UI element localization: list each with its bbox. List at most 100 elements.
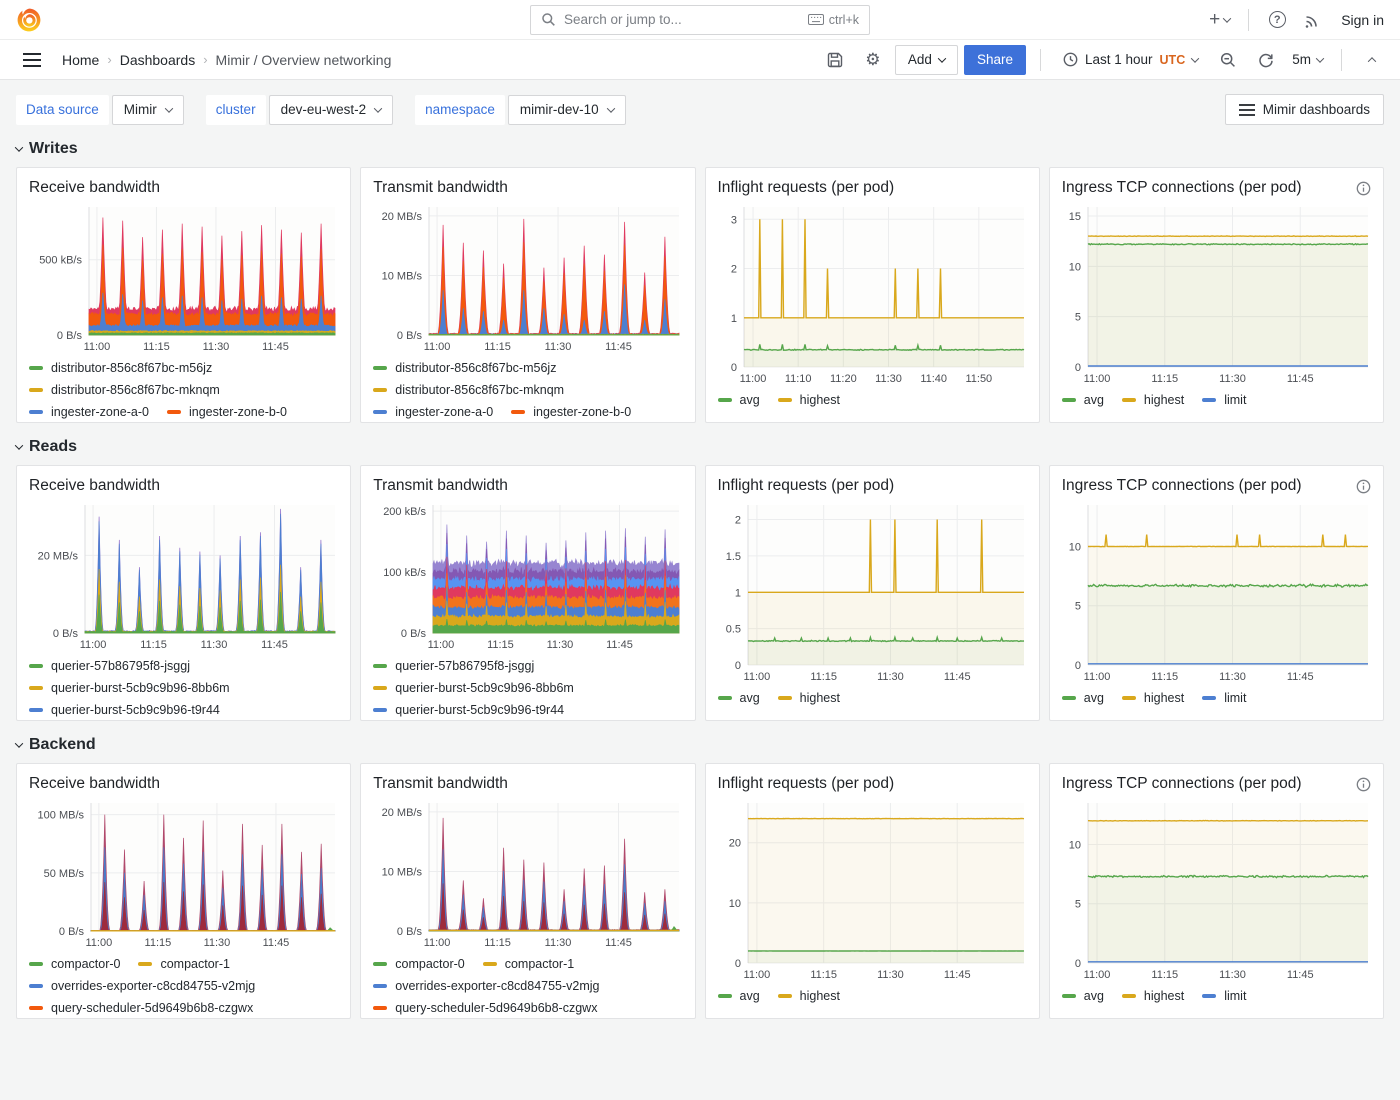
legend-item[interactable]: overrides-exporter-c8cd84755-v2mjg — [29, 975, 255, 997]
panel-title[interactable]: Transmit bandwidth — [373, 179, 508, 197]
legend-item[interactable]: compactor-0 — [373, 953, 465, 975]
legend-item[interactable]: ingester-zone-a-0 — [373, 401, 493, 422]
legend-label: distributor-856c8f67bc-m56jz — [395, 361, 557, 375]
time-series-chart[interactable]: 0 1 2 3 11:00 11:10 11:20 11:30 11:40 11:50 — [718, 203, 1029, 387]
legend: avg highest limit — [1061, 389, 1371, 411]
svg-text:0: 0 — [734, 958, 740, 970]
variable-select-cluster[interactable]: dev-eu-west-2 — [268, 94, 394, 125]
legend-swatch — [166, 410, 181, 414]
share-button[interactable]: Share — [963, 44, 1026, 75]
legend-item[interactable]: ingester-zone-b-0 — [166, 401, 287, 422]
info-icon[interactable] — [1356, 181, 1371, 196]
legend-item[interactable]: compactor-1 — [138, 953, 230, 975]
legend-item[interactable]: limit — [1202, 389, 1246, 411]
time-series-chart[interactable]: 0 B/s 500 kB/s 11:00 11:15 11:30 11:45 — [29, 203, 340, 355]
legend-item[interactable]: avg — [717, 687, 760, 709]
time-series-chart[interactable]: 0 B/s 10 MB/s 20 MB/s 11:00 11:15 11:30 11:45 — [373, 799, 684, 951]
panel-title[interactable]: Inflight requests (per pod) — [718, 775, 895, 793]
legend-item[interactable]: querier-burst-5cb9c9b96-t9r44 — [373, 699, 564, 720]
refresh-interval-picker[interactable]: 5m — [1288, 52, 1327, 67]
mega-menu-button[interactable] — [16, 44, 48, 76]
clock-icon — [1063, 52, 1078, 67]
svg-text:100 kB/s: 100 kB/s — [383, 567, 426, 579]
legend-item[interactable]: highest — [777, 687, 840, 709]
legend-item[interactable]: overrides-exporter-c8cd84755-v2mjg — [373, 975, 600, 997]
time-series-chart[interactable]: 0 B/s 100 kB/s 200 kB/s 11:00 11:15 11:30 11:4… — [373, 501, 684, 653]
legend-item[interactable]: highest — [1121, 389, 1184, 411]
legend-swatch — [1202, 994, 1217, 998]
row-header-backend[interactable]: Backend — [14, 736, 1384, 754]
legend-item[interactable]: avg — [717, 389, 760, 411]
time-series-chart[interactable]: 0 B/s 20 MB/s 11:00 11:15 11:30 11:45 — [29, 501, 340, 653]
dashboard-settings-button[interactable]: ⚙ — [857, 44, 889, 76]
news-button[interactable] — [1297, 4, 1329, 36]
panel-title[interactable]: Receive bandwidth — [29, 179, 160, 197]
legend-item[interactable]: compactor-1 — [482, 953, 574, 975]
legend-item[interactable]: limit — [1202, 687, 1246, 709]
info-icon[interactable] — [1356, 777, 1371, 792]
legend-item[interactable]: highest — [1121, 687, 1184, 709]
variable-select-datasource[interactable]: Mimir — [111, 94, 184, 125]
search-bar[interactable]: ctrl+k — [530, 4, 870, 35]
svg-text:11:00: 11:00 — [1083, 671, 1110, 683]
legend-item[interactable]: highest — [777, 985, 840, 1007]
panel-title[interactable]: Inflight requests (per pod) — [718, 179, 895, 197]
help-button[interactable]: ? — [1261, 4, 1293, 36]
panel-title[interactable]: Ingress TCP connections (per pod) — [1062, 775, 1302, 793]
legend-item[interactable]: avg — [1061, 389, 1104, 411]
legend-item[interactable]: ingester-zone-b-0 — [511, 401, 631, 422]
time-series-chart[interactable]: 0 5 10 11:00 11:15 11:30 11:45 — [1062, 501, 1373, 685]
legend-item[interactable]: limit — [1202, 985, 1246, 1007]
legend-item[interactable]: highest — [777, 389, 840, 411]
legend-item[interactable]: distributor-856c8f67bc-m56jz — [373, 357, 556, 379]
grafana-logo-icon[interactable] — [16, 6, 43, 33]
panel-title[interactable]: Receive bandwidth — [29, 775, 160, 793]
time-series-chart[interactable]: 0 B/s 10 MB/s 20 MB/s 11:00 11:15 11:30 11:45 — [373, 203, 684, 355]
time-series-chart[interactable]: 0 5 10 15 11:00 11:15 11:30 11:45 — [1062, 203, 1373, 387]
legend-item[interactable]: avg — [717, 985, 760, 1007]
add-new-button[interactable]: + — [1203, 4, 1236, 36]
legend-item[interactable]: ingester-zone-a-0 — [29, 401, 149, 422]
legend-item[interactable]: highest — [1121, 985, 1184, 1007]
legend-item[interactable]: querier-burst-5cb9c9b96-8bb6m — [373, 677, 574, 699]
variable-select-namespace[interactable]: mimir-dev-10 — [507, 94, 626, 125]
breadcrumb-dashboards[interactable]: Dashboards — [120, 52, 196, 68]
legend-item[interactable]: distributor-856c8f67bc-mknqm — [373, 379, 564, 401]
refresh-button[interactable] — [1250, 44, 1282, 76]
time-series-chart[interactable]: 0 0.5 1 1.5 2 11:00 11:15 11:30 11:45 — [718, 501, 1029, 685]
legend-item[interactable]: query-scheduler-5d9649b6b8-czgwx — [29, 997, 253, 1018]
legend-item[interactable]: querier-57b86795f8-jsggj — [373, 655, 534, 677]
add-panel-button[interactable]: Add — [894, 44, 958, 75]
legend-swatch — [1202, 696, 1217, 700]
time-series-chart[interactable]: 0 5 10 11:00 11:15 11:30 11:45 — [1062, 799, 1373, 983]
panel-title[interactable]: Ingress TCP connections (per pod) — [1062, 477, 1302, 495]
info-icon[interactable] — [1356, 479, 1371, 494]
row-header-writes[interactable]: Writes — [14, 140, 1384, 158]
legend-item[interactable]: avg — [1061, 985, 1104, 1007]
mimir-dashboards-button[interactable]: Mimir dashboards — [1224, 94, 1384, 125]
legend-item[interactable]: avg — [1061, 687, 1104, 709]
legend-item[interactable]: compactor-0 — [29, 953, 120, 975]
panel-title[interactable]: Transmit bandwidth — [373, 775, 508, 793]
zoom-out-time-button[interactable] — [1212, 44, 1244, 76]
row-header-reads[interactable]: Reads — [14, 438, 1384, 456]
sign-in-link[interactable]: Sign in — [1341, 12, 1384, 28]
legend-item[interactable]: querier-burst-5cb9c9b96-8bb6m — [29, 677, 230, 699]
breadcrumb-home[interactable]: Home — [62, 52, 99, 68]
panel-title[interactable]: Inflight requests (per pod) — [718, 477, 895, 495]
panel-title[interactable]: Receive bandwidth — [29, 477, 160, 495]
panel-title[interactable]: Ingress TCP connections (per pod) — [1062, 179, 1302, 197]
legend-item[interactable]: query-scheduler-5d9649b6b8-czgwx — [373, 997, 597, 1018]
save-dashboard-button[interactable] — [819, 44, 851, 76]
legend-item[interactable]: querier-57b86795f8-jsggj — [29, 655, 190, 677]
legend-item[interactable]: distributor-856c8f67bc-mknqm — [29, 379, 220, 401]
legend-item[interactable]: distributor-856c8f67bc-m56jz — [29, 357, 212, 379]
svg-text:11:15: 11:15 — [145, 937, 172, 949]
collapse-toolbar-button[interactable] — [1356, 44, 1388, 76]
time-range-picker[interactable]: Last 1 hour UTC — [1055, 45, 1206, 75]
search-input[interactable] — [564, 12, 800, 27]
time-series-chart[interactable]: 0 10 20 11:00 11:15 11:30 11:45 — [718, 799, 1029, 983]
legend-item[interactable]: querier-burst-5cb9c9b96-t9r44 — [29, 699, 220, 720]
time-series-chart[interactable]: 0 B/s 50 MB/s 100 MB/s 11:00 11:15 11:30 11:45 — [29, 799, 340, 951]
panel-title[interactable]: Transmit bandwidth — [373, 477, 508, 495]
